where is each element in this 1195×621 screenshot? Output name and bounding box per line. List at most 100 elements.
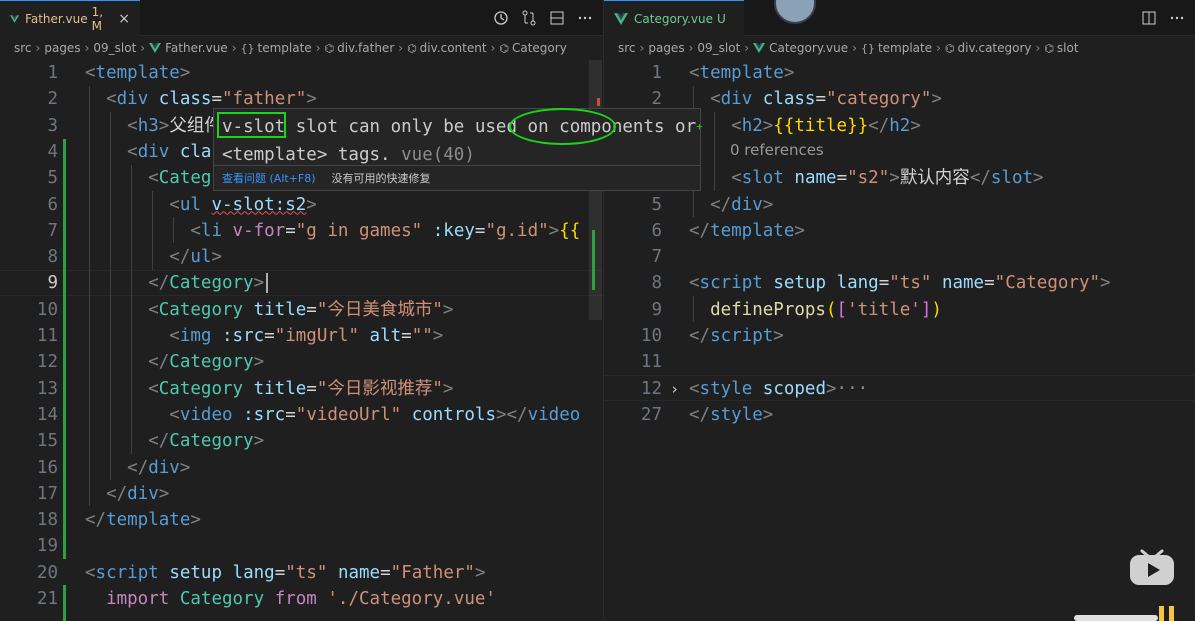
hover-source: vue(40) — [401, 145, 475, 165]
breadcrumb-item[interactable]: div.content — [420, 41, 487, 55]
code-text: {{title}} — [773, 115, 869, 136]
compare-changes-icon[interactable] — [521, 10, 537, 26]
line-number: 20 — [36, 562, 58, 583]
code-text: 默认内容 — [899, 168, 970, 189]
line-number: 9 — [651, 299, 662, 320]
breadcrumb-item[interactable]: div.category — [958, 41, 1032, 55]
code-text: "今日影视推荐" — [316, 378, 443, 399]
tab-category-vue[interactable]: Category.vue U — [604, 0, 744, 36]
breadcrumb-item[interactable]: div.father — [337, 41, 394, 55]
hover-actions: 查看问题 (Alt+F8) 没有可用的快速修复 — [214, 165, 700, 190]
vue-file-icon — [10, 14, 20, 23]
more-actions-icon[interactable] — [1169, 10, 1185, 26]
code-text: "Category" — [994, 273, 1101, 294]
line-number: 1 — [651, 63, 662, 83]
fold-chevron-icon[interactable]: › — [670, 376, 679, 402]
line-number: 10 — [36, 299, 58, 320]
left-tab-bar: Father.vue 1, M × — [0, 0, 603, 36]
annotation-box — [217, 112, 286, 138]
breadcrumb-item[interactable]: Father.vue — [165, 41, 228, 55]
code-text: './Category.vue' — [327, 589, 496, 609]
breadcrumb-item[interactable]: slot — [1057, 41, 1079, 55]
code-text: "g in games" — [295, 220, 423, 241]
view-problem-link[interactable]: 查看问题 (Alt+F8) — [222, 170, 316, 186]
timeline-icon[interactable] — [493, 10, 509, 26]
split-editor-icon[interactable] — [549, 10, 565, 26]
line-number: 8 — [47, 247, 58, 268]
breadcrumb-item[interactable]: Category.vue — [769, 41, 848, 55]
line-number: 4 — [47, 141, 58, 162]
breadcrumb-item[interactable]: template — [258, 41, 312, 55]
code-text: "今日美食城市" — [316, 299, 443, 320]
line-number: 2 — [47, 89, 58, 110]
breadcrumb-item[interactable]: pages — [648, 41, 684, 55]
breadcrumb: src › pages › 09_slot › Father.vue › {} temp… — [14, 41, 567, 55]
line-number: 27 — [640, 404, 662, 425]
line-number: 7 — [651, 247, 662, 268]
code-text: "g.id" — [485, 220, 549, 241]
line-number: 11 — [36, 326, 58, 346]
line-number: 6 — [651, 220, 662, 241]
code-text: defineProps — [710, 299, 826, 320]
code-text: "ts" — [285, 562, 328, 583]
progress-overlay — [1074, 615, 1158, 621]
breadcrumb-item[interactable]: pages — [44, 41, 80, 55]
element-icon: ⌬ — [324, 41, 335, 55]
breadcrumb: src › pages › 09_slot › Category.vue › {} te… — [618, 41, 1079, 55]
right-editor-group: Category.vue U src › pages › 09_slot › Cate… — [604, 0, 1195, 621]
line-number: 12 — [36, 352, 58, 373]
hover-text: <template> tags. — [222, 145, 391, 165]
left-editor-group: Father.vue 1, M × src › pages › 09_slot › F… — [0, 0, 603, 621]
code-text: "category" — [826, 89, 932, 110]
tab-status: 1, M — [91, 4, 104, 33]
tab-title: Category.vue — [634, 11, 714, 26]
code-text: "ts" — [889, 273, 932, 294]
editor-actions — [493, 0, 593, 36]
braces-icon: {} — [860, 41, 875, 55]
element-icon: ⌬ — [407, 41, 417, 55]
split-editor-icon[interactable] — [1141, 10, 1157, 26]
line-number: 17 — [36, 483, 58, 504]
breadcrumb-item[interactable]: Category — [512, 41, 567, 55]
line-number: 1 — [47, 63, 58, 83]
folded-ellipsis[interactable]: ··· — [837, 379, 869, 399]
editor-actions — [1141, 0, 1185, 36]
code-text: 'title' — [847, 299, 921, 320]
more-actions-icon[interactable] — [577, 10, 593, 26]
code-text: :key — [432, 220, 475, 241]
vue-file-icon — [614, 12, 628, 25]
error-hover-tooltip: v-slot slot can only be used on componen… — [213, 108, 703, 191]
pause-icon[interactable] — [1156, 606, 1178, 621]
code-text: "imgUrl" — [274, 326, 359, 346]
breadcrumb-item[interactable]: template — [878, 41, 932, 55]
hover-message: v-slot slot can only be used on componen… — [222, 113, 703, 169]
code-text: Categ — [158, 168, 212, 189]
close-icon[interactable]: × — [118, 11, 130, 27]
code-text: v-for — [232, 220, 286, 241]
line-number: 19 — [36, 536, 58, 557]
references-codelens[interactable]: 0 references — [730, 141, 824, 159]
code-text: v-slot:s2 — [211, 194, 307, 215]
no-quick-fix-text: 没有可用的快速修复 — [331, 172, 431, 185]
line-number: 14 — [36, 404, 58, 425]
hover-text: or — [664, 117, 697, 137]
text-cursor — [266, 273, 268, 293]
code-text: cla — [179, 141, 212, 162]
breadcrumb-item[interactable]: 09_slot — [93, 41, 136, 55]
line-number: 3 — [47, 115, 58, 136]
code-text: "s2" — [847, 168, 890, 189]
annotation-oval — [509, 108, 616, 145]
breadcrumb-item[interactable]: 09_slot — [697, 41, 740, 55]
line-number: 9 — [47, 273, 58, 294]
annotation-plus: + — [696, 120, 703, 133]
element-icon: ⌬ — [499, 41, 509, 55]
code-text: {{ — [559, 220, 581, 241]
code-text: "" — [411, 326, 433, 346]
breadcrumb-item[interactable]: src — [14, 41, 32, 55]
breadcrumb-item[interactable]: src — [618, 41, 636, 55]
line-number: 6 — [47, 194, 58, 215]
element-icon: ⌬ — [1044, 41, 1054, 55]
tab-father-vue[interactable]: Father.vue 1, M × — [0, 0, 140, 36]
bilibili-logo-icon — [1130, 549, 1174, 585]
tab-title: Father.vue — [25, 11, 88, 26]
